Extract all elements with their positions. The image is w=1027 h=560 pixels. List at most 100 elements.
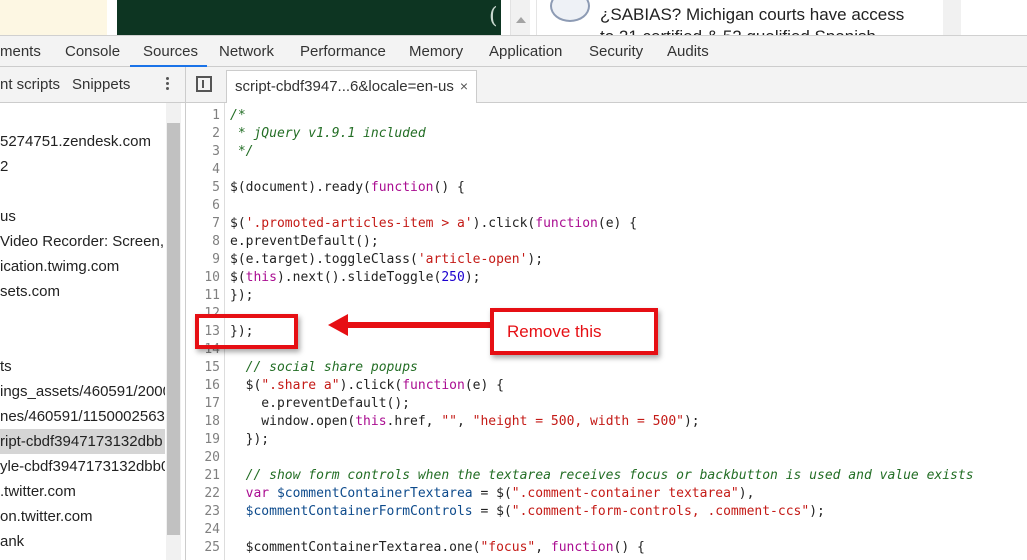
news-headline-continued[interactable]: to 21 certified & 52 qualified Spanish [600, 26, 876, 35]
line-number[interactable]: 1 [186, 107, 220, 125]
tree-item[interactable]: ts [0, 354, 165, 379]
code-token: this [245, 270, 277, 285]
line-number[interactable]: 5 [186, 179, 220, 197]
code-line[interactable]: }); [230, 287, 253, 305]
code-line[interactable]: /* [230, 107, 246, 125]
tree-item[interactable]: on.twitter.com [0, 504, 165, 529]
tab-security[interactable]: Security [589, 36, 643, 67]
toggle-navigator-icon[interactable] [196, 76, 212, 92]
tree-item[interactable]: nes/460591/1150002563 [0, 404, 165, 429]
code-line[interactable]: // social share popups [230, 359, 418, 377]
line-number[interactable]: 9 [186, 251, 220, 269]
tree-item[interactable] [0, 179, 165, 204]
line-number[interactable]: 24 [186, 521, 220, 539]
close-icon[interactable]: × [460, 71, 468, 102]
page-left-panel [0, 0, 107, 35]
tab-snippets[interactable]: Snippets [72, 67, 130, 102]
editor-file-tab-label: script-cbdf3947...6&locale=en-us [235, 78, 454, 95]
code-line[interactable]: $(".share a").click(function(e) { [230, 377, 504, 395]
news-headline[interactable]: ¿SABIAS? Michigan courts have access [600, 4, 904, 26]
code-line[interactable]: window.open(this.href, "", "height = 500… [230, 413, 700, 431]
tree-item[interactable] [0, 304, 165, 329]
code-line[interactable]: var $commentContainerTextarea = $(".comm… [230, 485, 755, 503]
tab-application[interactable]: Application [489, 36, 562, 67]
line-number[interactable]: 23 [186, 503, 220, 521]
line-number[interactable]: 10 [186, 269, 220, 287]
webpage-strip: ( ¿SABIAS? Michigan courts have access t… [0, 0, 1027, 35]
tree-item[interactable] [0, 329, 165, 354]
code-line[interactable]: $commentContainerFormControls = $(".comm… [230, 503, 825, 521]
editor-file-tab[interactable]: script-cbdf3947...6&locale=en-us × [226, 70, 478, 103]
navigator-scrollbar-thumb[interactable] [167, 123, 180, 535]
tab-console[interactable]: Console [65, 36, 120, 67]
line-number[interactable]: 6 [186, 197, 220, 215]
line-number[interactable]: 15 [186, 359, 220, 377]
tree-item[interactable]: us [0, 204, 165, 229]
code-token: $( [230, 378, 262, 393]
code-line[interactable]: $(this).next().slideToggle(250); [230, 269, 480, 287]
code-line[interactable]: e.preventDefault(); [230, 233, 379, 251]
sources-navigator-tabs: nt scripts Snippets [0, 67, 186, 103]
line-number[interactable]: 17 [186, 395, 220, 413]
tab-performance[interactable]: Performance [300, 36, 386, 67]
line-number[interactable]: 20 [186, 449, 220, 467]
tab-content-scripts[interactable]: nt scripts [0, 67, 60, 102]
line-number[interactable]: 11 [186, 287, 220, 305]
tab-elements[interactable]: ments [0, 36, 41, 67]
tree-item[interactable]: sets.com [0, 279, 165, 304]
code-line[interactable]: e.preventDefault(); [230, 395, 410, 413]
code-line[interactable]: $commentContainerTextarea.one("focus", f… [230, 539, 645, 557]
code-token: "focus" [480, 540, 536, 555]
tree-item[interactable]: Video Recorder: Screen, W [0, 229, 165, 254]
line-number[interactable]: 7 [186, 215, 220, 233]
code-token: }); [230, 432, 270, 447]
line-number[interactable]: 21 [186, 467, 220, 485]
line-number[interactable]: 8 [186, 233, 220, 251]
tree-item[interactable]: ings_assets/460591/2000 [0, 379, 165, 404]
page-scrollbar-right[interactable] [943, 0, 961, 35]
tab-network[interactable]: Network [219, 36, 274, 67]
tree-item-selected[interactable]: ript-cbdf3947173132dbb [0, 429, 165, 454]
more-options-icon[interactable] [160, 75, 174, 95]
code-line[interactable]: }); [230, 431, 270, 449]
navigator-panel-glyph [200, 80, 204, 88]
code-line[interactable]: $(e.target).toggleClass('article-open'); [230, 251, 543, 269]
tab-sources[interactable]: Sources [143, 36, 198, 67]
court-seal-logo [550, 0, 590, 22]
tree-item[interactable]: 2 [0, 154, 165, 179]
line-number[interactable]: 3 [186, 143, 220, 161]
code-token: $commentContainerTextarea.one( [230, 540, 481, 555]
tab-audits[interactable]: Audits [667, 36, 709, 67]
line-number[interactable]: 2 [186, 125, 220, 143]
code-token: ); [683, 414, 700, 429]
tree-item[interactable]: ication.twimg.com [0, 254, 165, 279]
code-line[interactable]: $('.promoted-articles-item > a').click(f… [230, 215, 637, 233]
page-scrollbar[interactable] [510, 0, 530, 35]
code-token: "height = 500, width = 500" [472, 414, 684, 429]
editor-tab-bar: script-cbdf3947...6&locale=en-us × [186, 67, 1027, 103]
line-number[interactable]: 19 [186, 431, 220, 449]
annotation-highlight-box [195, 314, 298, 349]
tree-item[interactable]: 5274751.zendesk.com [0, 129, 165, 154]
code-line[interactable]: $(document).ready(function() { [230, 179, 465, 197]
code-line[interactable]: */ [230, 143, 254, 161]
line-number[interactable]: 22 [186, 485, 220, 503]
video-loading-icon: ( [489, 4, 498, 29]
line-number[interactable]: 4 [186, 161, 220, 179]
scroll-up-arrow-icon[interactable] [516, 17, 526, 23]
code-token: this [355, 414, 387, 429]
tree-item[interactable]: yle-cbdf3947173132dbb0 [0, 454, 165, 479]
code-token: = $( [472, 486, 512, 501]
tab-memory[interactable]: Memory [409, 36, 463, 67]
code-token: ); [527, 252, 544, 267]
line-number[interactable]: 25 [186, 539, 220, 557]
video-player[interactable]: ( [117, 0, 501, 35]
code-line[interactable]: * jQuery v1.9.1 included [230, 125, 426, 143]
code-line[interactable]: // show form controls when the textarea … [230, 467, 974, 485]
tree-item[interactable]: ank [0, 529, 165, 554]
line-number[interactable]: 16 [186, 377, 220, 395]
line-number[interactable]: 18 [186, 413, 220, 431]
tree-item[interactable]: .twitter.com [0, 479, 165, 504]
